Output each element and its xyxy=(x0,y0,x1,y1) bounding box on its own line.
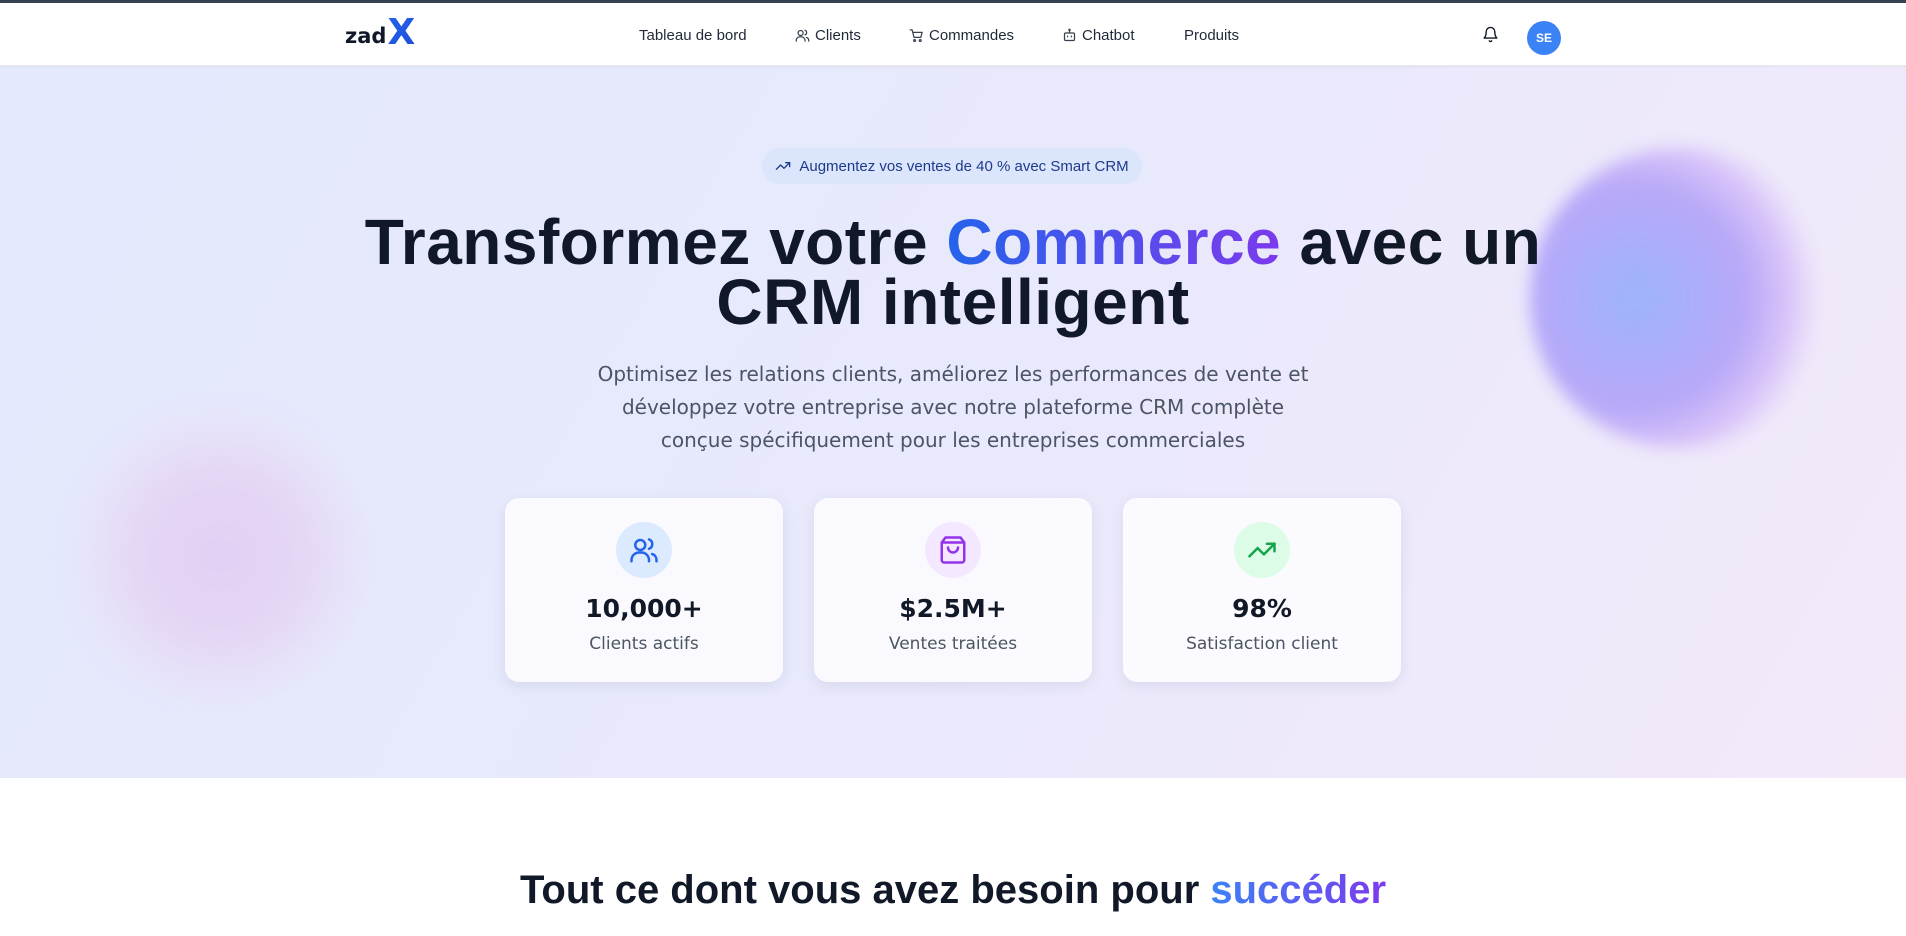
navbar: zad X Tableau de bord Clients Commandes … xyxy=(0,3,1906,66)
cart-icon xyxy=(909,28,923,42)
features-title-start: Tout ce dont vous avez besoin pour xyxy=(519,868,1211,912)
trending-up-icon xyxy=(776,162,791,170)
features-section-title: Tout ce dont vous avez besoin pour succé… xyxy=(400,868,1506,913)
users-icon xyxy=(795,29,810,42)
nav-item-commandes[interactable]: Commandes xyxy=(909,24,1014,46)
nav-item-clients[interactable]: Clients xyxy=(795,24,861,46)
user-avatar[interactable]: SE xyxy=(1527,21,1561,55)
headline-line2: CRM intelligent xyxy=(716,266,1190,338)
users-icon xyxy=(630,538,658,563)
nav-item-label: Tableau de bord xyxy=(639,26,747,44)
hero-section: Augmentez vos ventes de 40 % avec Smart … xyxy=(0,66,1906,778)
headline-line1-end: avec un xyxy=(1281,206,1542,278)
stat-icon-wrap xyxy=(925,522,981,578)
nav-item-label: Chatbot xyxy=(1082,26,1135,44)
stat-card-satisfaction: 98% Satisfaction client xyxy=(1123,498,1401,682)
trending-up-icon xyxy=(1248,542,1276,558)
decorative-blob-left xyxy=(70,406,370,706)
stat-icon-wrap xyxy=(616,522,672,578)
stat-card-clients: 10,000+ Clients actifs xyxy=(505,498,783,682)
nav-item-chatbot[interactable]: Chatbot xyxy=(1062,24,1135,46)
hero-headline: Transformez votre Commerce avec un CRM i… xyxy=(300,210,1606,334)
nav-item-tableau-de-bord[interactable]: Tableau de bord xyxy=(639,24,747,46)
nav-item-label: Produits xyxy=(1184,26,1240,44)
stat-label: Ventes traitées xyxy=(888,634,1018,654)
shopping-bag-icon xyxy=(940,536,966,564)
nav-item-produits[interactable]: Produits xyxy=(1184,24,1239,46)
stat-label: Satisfaction client xyxy=(1186,634,1338,654)
notifications-button[interactable] xyxy=(1482,26,1502,46)
nav-item-label: Clients xyxy=(815,26,861,44)
features-title-highlight: succéder xyxy=(1210,868,1387,912)
promo-badge-text: Augmentez vos ventes de 40 % avec Smart … xyxy=(799,157,1129,175)
bell-icon xyxy=(1483,26,1498,43)
stat-value: 98% xyxy=(1232,594,1292,623)
hero-subtitle: Optimisez les relations clients, amélior… xyxy=(597,362,1309,452)
stat-icon-wrap xyxy=(1234,522,1290,578)
stat-label: Clients actifs xyxy=(589,634,699,654)
stat-value: $2.5M+ xyxy=(899,594,1007,623)
promo-badge: Augmentez vos ventes de 40 % avec Smart … xyxy=(762,148,1142,184)
main-nav: Tableau de bord Clients Commandes Chatbo… xyxy=(0,3,1906,66)
stat-value: 10,000+ xyxy=(585,594,703,623)
nav-item-label: Commandes xyxy=(929,26,1015,44)
stat-card-sales: $2.5M+ Ventes traitées xyxy=(814,498,1092,682)
bot-icon xyxy=(1063,28,1076,41)
